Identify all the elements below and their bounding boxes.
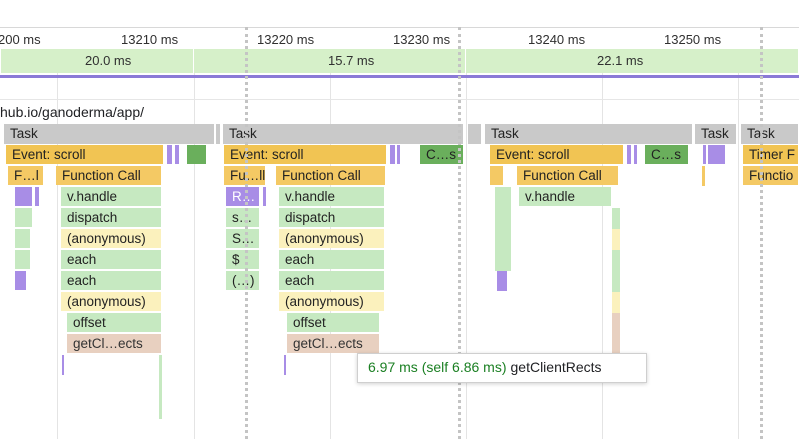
script-block[interactable] xyxy=(703,145,707,164)
call-block[interactable] xyxy=(15,250,31,269)
script-block[interactable] xyxy=(35,187,40,206)
script-block[interactable] xyxy=(15,271,27,290)
call-block[interactable]: v.handle xyxy=(61,187,162,206)
call-block[interactable]: offset xyxy=(67,313,162,332)
ruler-tick: 13240 ms xyxy=(528,32,586,47)
frame-separator xyxy=(193,49,194,73)
task-block[interactable]: Task xyxy=(223,124,464,144)
call-block[interactable]: v.handle xyxy=(279,187,385,206)
ruler-tick: 13220 ms xyxy=(257,32,315,47)
compile-block[interactable]: C…s xyxy=(645,145,689,164)
frame-separator xyxy=(465,49,466,73)
call-sliver xyxy=(612,208,620,229)
function-block[interactable]: F…l xyxy=(8,166,44,185)
script-block[interactable] xyxy=(15,187,33,206)
task-block[interactable] xyxy=(468,124,482,144)
grid-line xyxy=(57,27,58,439)
flame-chart-tooltip: 6.97 ms (self 6.86 ms) getClientRects xyxy=(357,353,647,383)
function-call-block[interactable]: Function Call xyxy=(56,166,162,185)
call-block[interactable]: each xyxy=(61,250,162,269)
call-block[interactable]: each xyxy=(279,271,385,290)
event-scroll-block[interactable]: Event: scroll xyxy=(224,145,387,164)
call-block[interactable]: each xyxy=(61,271,162,290)
grid-line xyxy=(194,27,195,439)
timer-fired-block[interactable]: Timer F xyxy=(743,145,799,164)
script-block[interactable] xyxy=(263,187,267,206)
ruler-tick: 13210 ms xyxy=(121,32,179,47)
script-sliver xyxy=(62,355,64,375)
function-sliver xyxy=(702,166,705,186)
script-block[interactable] xyxy=(390,145,396,164)
function-call-block[interactable]: Functio xyxy=(743,166,799,185)
script-sliver xyxy=(497,271,507,291)
call-sliver xyxy=(612,292,620,313)
call-block[interactable]: (anonymous) xyxy=(279,292,385,311)
divider xyxy=(0,99,799,100)
frame-duration[interactable]: 20.0 ms xyxy=(85,53,131,68)
task-block[interactable]: Task xyxy=(4,124,215,144)
function-block[interactable] xyxy=(490,166,504,185)
grid-line xyxy=(738,27,739,439)
call-block[interactable]: v.handle xyxy=(519,187,612,206)
call-sliver xyxy=(612,229,620,250)
call-block[interactable]: s… xyxy=(226,208,260,227)
frame-duration[interactable]: 22.1 ms xyxy=(597,53,643,68)
call-block[interactable]: (anonymous) xyxy=(279,229,385,248)
task-block[interactable]: Task xyxy=(741,124,799,144)
call-block[interactable]: dispatch xyxy=(61,208,162,227)
event-scroll-block[interactable]: Event: scroll xyxy=(6,145,164,164)
frame-boundary-marker xyxy=(245,27,248,439)
call-sliver xyxy=(612,313,620,355)
call-block[interactable]: getCl…ects xyxy=(287,334,380,353)
call-block[interactable]: offset xyxy=(287,313,380,332)
call-block[interactable]: (anonymous) xyxy=(61,229,162,248)
call-sliver xyxy=(612,250,620,292)
tooltip-function-name: getClientRects xyxy=(510,359,602,375)
frame-marker-line xyxy=(0,75,799,78)
script-block[interactable] xyxy=(634,145,638,164)
frame-duration[interactable]: 15.7 ms xyxy=(328,53,374,68)
frame-boundary-marker xyxy=(760,27,763,439)
call-block[interactable]: S… xyxy=(226,229,260,248)
ruler-tick: 200 ms xyxy=(0,32,41,47)
function-call-block[interactable]: Function Call xyxy=(517,166,619,185)
task-block[interactable] xyxy=(216,124,221,144)
frame-separator xyxy=(0,49,1,73)
compile-block[interactable] xyxy=(187,145,207,164)
call-sliver xyxy=(495,187,511,271)
ruler-tick: 13250 ms xyxy=(664,32,722,47)
ruler-tick: 13230 ms xyxy=(393,32,451,47)
event-scroll-block[interactable]: Event: scroll xyxy=(490,145,624,164)
thread-url-label: hub.io/ganoderma/app/ xyxy=(0,104,144,120)
call-block[interactable]: each xyxy=(279,250,385,269)
script-block[interactable] xyxy=(708,145,726,164)
call-block[interactable]: (…) xyxy=(226,271,260,290)
call-block[interactable]: (anonymous) xyxy=(61,292,162,311)
tooltip-duration: 6.97 ms (self 6.86 ms) xyxy=(368,359,507,375)
call-block[interactable] xyxy=(15,229,31,248)
script-sliver xyxy=(284,355,286,375)
script-block[interactable] xyxy=(167,145,173,164)
call-block[interactable] xyxy=(15,208,33,227)
call-block[interactable]: dispatch xyxy=(279,208,385,227)
call-sliver xyxy=(159,355,162,419)
task-block[interactable]: Task xyxy=(485,124,693,144)
script-block[interactable] xyxy=(627,145,632,164)
call-block[interactable]: $ xyxy=(226,250,260,269)
call-block[interactable]: getCl…ects xyxy=(67,334,162,353)
script-block[interactable]: R… xyxy=(226,187,260,206)
task-block[interactable]: Task xyxy=(695,124,737,144)
script-block[interactable] xyxy=(175,145,180,164)
script-block[interactable] xyxy=(397,145,401,164)
function-call-block[interactable]: Function Call xyxy=(276,166,386,185)
time-ruler[interactable]: 200 ms 13210 ms 13220 ms 13230 ms 13240 … xyxy=(0,27,799,50)
